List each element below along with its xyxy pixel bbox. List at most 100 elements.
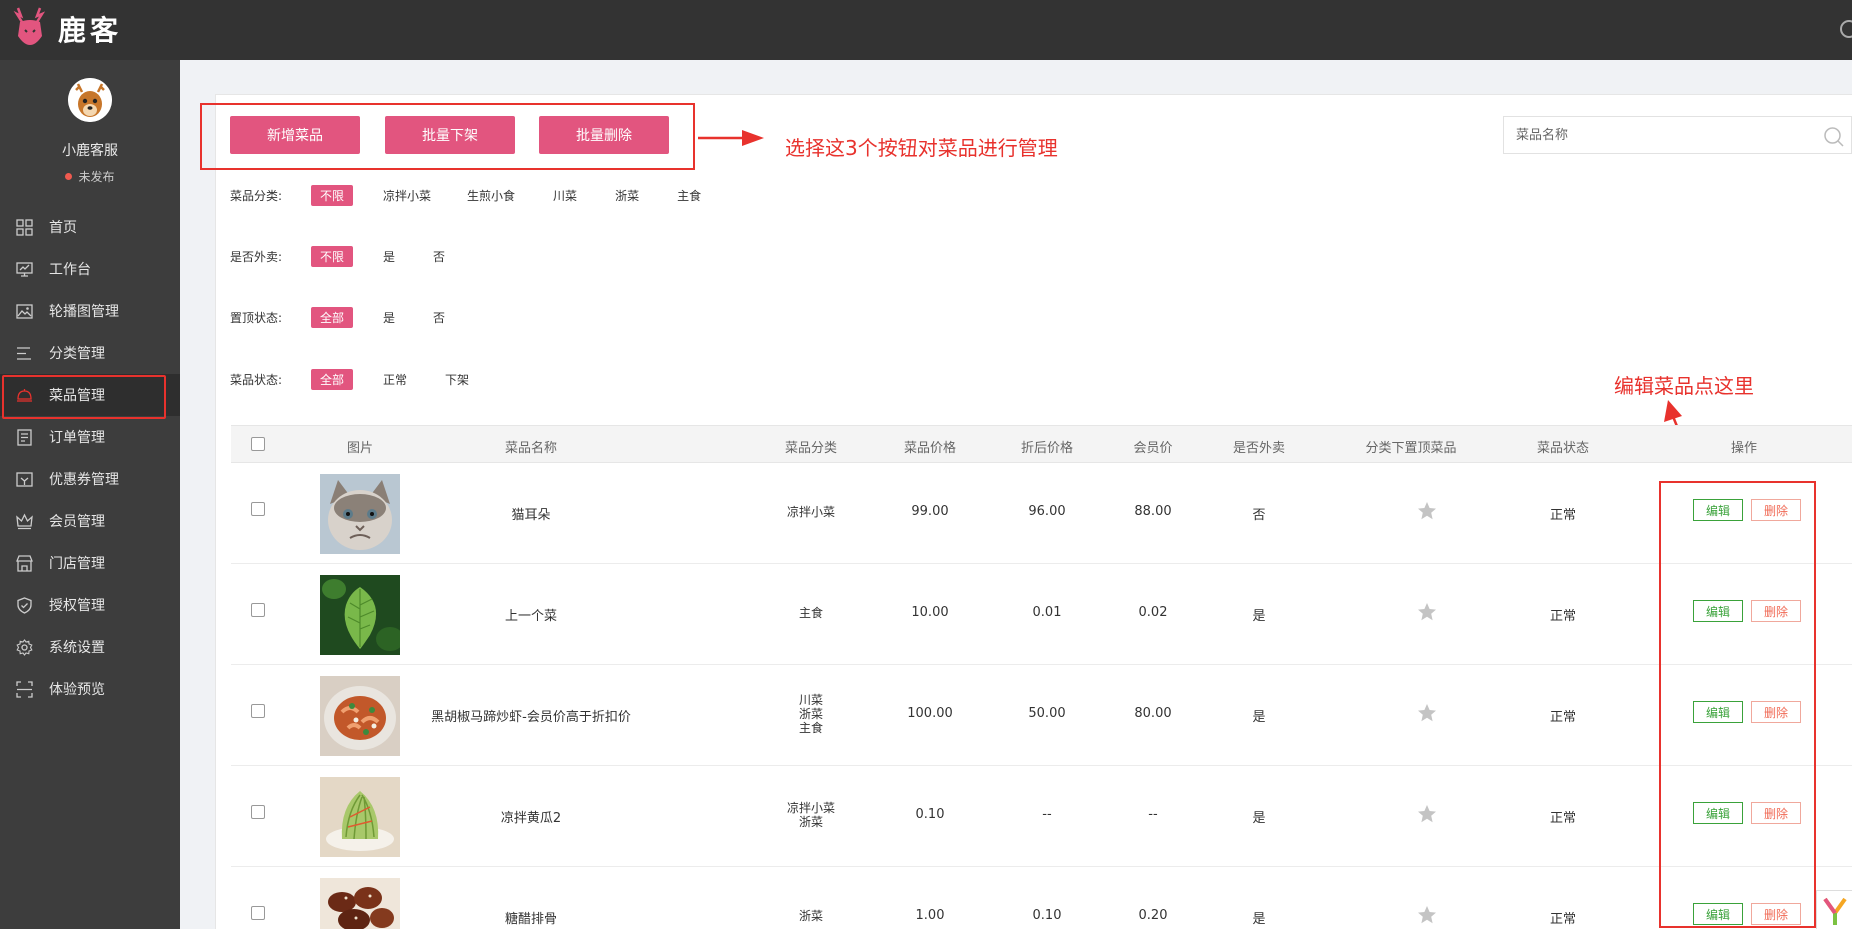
filter-option[interactable]: 不限 [311,184,354,206]
filter-option[interactable]: 不限 [311,245,354,267]
dish-name: 猫耳朵 [511,508,551,523]
leaf-photo-icon [320,575,400,655]
sidebar-item-category[interactable]: 分类管理 [0,332,180,374]
category-tag: 主食 [798,721,823,735]
filter-option[interactable]: 否 [433,307,445,328]
dish-member-price: -- [1148,807,1158,822]
sidebar-item-label: 菜品管理 [49,388,105,404]
add-dish-button[interactable]: 新增菜品 [230,116,360,154]
sidebar-item-stores[interactable]: 门店管理 [0,542,180,584]
dish-member-price: 80.00 [1134,706,1172,721]
filter-option[interactable]: 凉拌小菜 [383,185,431,206]
filter-option[interactable]: 是 [383,246,395,267]
sidebar-item-members[interactable]: 会员管理 [0,500,180,542]
dish-discount: 0.10 [1032,908,1062,923]
dish-image[interactable] [320,575,400,655]
col-pinned: 分类下置顶菜品 [1365,441,1457,456]
sidebar-item-label: 优惠券管理 [49,472,119,488]
dish-image[interactable] [320,777,400,857]
category-tag: 主食 [798,606,823,620]
filter-option[interactable]: 生煎小食 [467,185,515,206]
sidebar-item-settings[interactable]: 系统设置 [0,626,180,668]
search-input[interactable] [1504,117,1851,153]
corner-widget[interactable] [1816,890,1852,929]
shield-icon [17,596,32,614]
search-icon[interactable] [1823,126,1845,148]
sidebar-item-banner[interactable]: 轮播图管理 [0,290,180,332]
row-checkbox[interactable] [251,603,265,617]
grid-icon [16,218,33,236]
filter-option[interactable]: 主食 [677,185,701,206]
sidebar-item-workbench[interactable]: 工作台 [0,248,180,290]
row-checkbox[interactable] [251,704,265,718]
dish-name: 糖醋排骨 [504,912,557,927]
filter-option[interactable]: 否 [433,246,445,267]
table-row: 凉拌黄瓜2 凉拌小菜 浙菜 0.10 -- -- 是 正常 编辑 删除 [231,766,1852,867]
sidebar-item-preview[interactable]: 体验预览 [0,668,180,710]
category-tag: 浙菜 [798,707,823,721]
dish-price: 100.00 [907,706,953,721]
col-image: 图片 [346,441,373,456]
sidebar-item-orders[interactable]: 订单管理 [0,416,180,458]
dish-category: 川菜 浙菜 主食 [771,693,851,735]
sidebar-item-label: 工作台 [49,262,91,278]
dish-category: 凉拌小菜 [771,505,851,519]
dish-image[interactable] [320,676,400,756]
cat-photo-icon [320,474,400,554]
dish-takeout: 是 [1252,710,1266,725]
filter-option[interactable]: 是 [383,307,395,328]
batch-offshelf-button[interactable]: 批量下架 [385,116,515,154]
store-icon [16,554,33,572]
shrimp-dish-photo-icon [320,676,400,756]
filter-option[interactable]: 正常 [383,369,407,390]
search-box[interactable] [1503,116,1852,154]
sidebar-item-label: 会员管理 [49,514,105,530]
table-row: 糖醋排骨 浙菜 1.00 0.10 0.20 是 正常 编辑 删除 [231,867,1852,929]
filter-option[interactable]: 全部 [311,368,354,390]
row-checkbox[interactable] [251,805,265,819]
col-takeout: 是否外卖 [1232,441,1285,456]
filter-option[interactable]: 浙菜 [615,185,639,206]
dish-price: 1.00 [915,908,945,923]
dish-member-price: 88.00 [1134,504,1172,519]
dish-status: 正常 [1549,912,1576,927]
document-icon [17,428,32,446]
filter-takeout: 是否外卖: 不限 是 否 [230,245,475,267]
dish-name: 上一个菜 [504,609,557,624]
pin-star-icon[interactable] [1417,905,1437,925]
filter-option[interactable]: 全部 [311,306,354,328]
row-checkbox[interactable] [251,502,265,516]
pin-star-icon[interactable] [1417,501,1437,521]
row-checkbox[interactable] [251,906,265,920]
brand-logo[interactable]: 鹿客 [12,6,122,52]
dish-takeout: 是 [1252,811,1266,826]
user-name: 小鹿客服 [62,143,118,159]
sidebar-item-label: 首页 [49,220,77,236]
y-logo-icon [1823,897,1847,925]
dish-price: 0.10 [915,807,945,822]
pin-star-icon[interactable] [1417,703,1437,723]
table-row: 猫耳朵 凉拌小菜 99.00 96.00 88.00 否 正常 编辑 删除 [231,463,1852,564]
sidebar-item-dishes[interactable]: 菜品管理 [0,374,180,419]
filter-option[interactable]: 川菜 [553,185,577,206]
gear-icon [16,638,33,656]
deer-avatar-icon [68,78,112,122]
batch-delete-button[interactable]: 批量删除 [539,116,669,154]
pin-star-icon[interactable] [1417,602,1437,622]
dish-member-price: 0.02 [1138,605,1168,620]
deer-logo-icon [13,7,46,45]
sidebar-item-coupons[interactable]: 优惠券管理 [0,458,180,500]
dish-image[interactable] [320,878,400,929]
sidebar-item-home[interactable]: 首页 [0,206,180,248]
pin-star-icon[interactable] [1417,804,1437,824]
image-icon [16,303,33,319]
col-price: 菜品价格 [903,441,956,456]
filter-option[interactable]: 下架 [445,369,469,390]
dish-image[interactable] [320,474,400,554]
select-all-checkbox[interactable] [251,437,265,451]
avatar[interactable] [68,78,112,122]
power-icon[interactable] [1840,20,1852,38]
dish-takeout: 否 [1252,508,1266,523]
monitor-icon [16,261,33,277]
sidebar-item-auth[interactable]: 授权管理 [0,584,180,626]
